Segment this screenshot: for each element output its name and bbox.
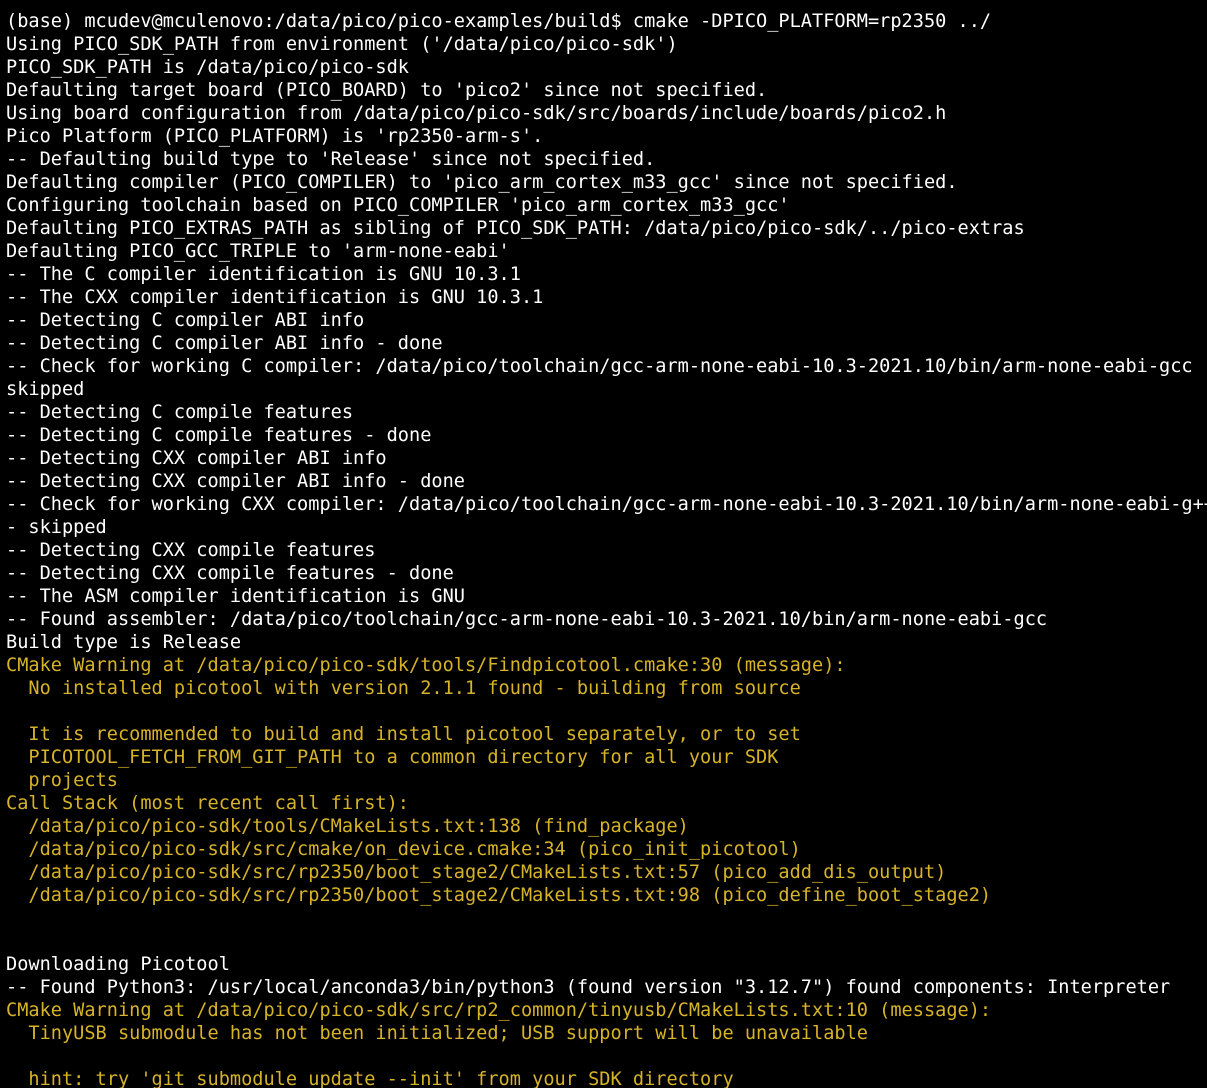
output-line: Defaulting PICO_GCC_TRIPLE to 'arm-none-… [6,241,510,262]
output-line: Defaulting compiler (PICO_COMPILER) to '… [6,172,958,193]
output-line: -- Detecting C compile features - done [6,425,432,446]
warning-line: /data/pico/pico-sdk/src/rp2350/boot_stag… [6,862,947,883]
terminal-output[interactable]: (base) mcudev@mculenovo:/data/pico/pico-… [0,0,1207,1088]
warning-line: /data/pico/pico-sdk/tools/CMakeLists.txt… [6,816,689,837]
warning-line: projects [6,770,118,791]
warning-line: /data/pico/pico-sdk/src/rp2350/boot_stag… [6,885,992,906]
warning-line: hint: try 'git submodule update --init' … [6,1069,734,1088]
output-line: Using PICO_SDK_PATH from environment ('/… [6,34,678,55]
warning-line: Call Stack (most recent call first): [6,793,409,814]
output-line: -- Detecting CXX compiler ABI info [6,448,387,469]
output-line: -- The ASM compiler identification is GN… [6,586,465,607]
output-line: -- Detecting CXX compiler ABI info - don… [6,471,465,492]
output-line: Configuring toolchain based on PICO_COMP… [6,195,790,216]
output-line: Downloading Picotool [6,954,230,975]
warning-line [6,700,1207,723]
output-line: Pico Platform (PICO_PLATFORM) is 'rp2350… [6,126,544,147]
output-line: Using board configuration from /data/pic… [6,103,947,124]
warning-line: /data/pico/pico-sdk/src/cmake/on_device.… [6,839,801,860]
output-line: -- Detecting C compile features [6,402,354,423]
output-line: skipped [6,379,85,400]
warning-line: TinyUSB submodule has not been initializ… [6,1023,868,1044]
output-line: -- Check for working CXX compiler: /data… [6,494,1207,515]
output-line: -- Check for working C compiler: /data/p… [6,356,1207,377]
warning-line: No installed picotool with version 2.1.1… [6,678,801,699]
warning-line: CMake Warning at /data/pico/pico-sdk/src… [6,1000,992,1021]
output-line: -- The CXX compiler identification is GN… [6,287,544,308]
output-line: Defaulting PICO_EXTRAS_PATH as sibling o… [6,218,1025,239]
output-line: -- Found Python3: /usr/local/anconda3/bi… [6,977,1171,998]
output-line: -- Detecting CXX compile features [6,540,376,561]
output-line: -- Detecting CXX compile features - done [6,563,454,584]
command-prompt-line: (base) mcudev@mculenovo:/data/pico/pico-… [6,11,992,32]
warning-line: It is recommended to build and install p… [6,724,801,745]
warning-line: PICOTOOL_FETCH_FROM_GIT_PATH to a common… [6,747,779,768]
output-line: -- Detecting C compiler ABI info - done [6,333,443,354]
output-line: Build type is Release [6,632,242,653]
warning-line [6,907,1207,930]
output-line: -- Found assembler: /data/pico/toolchain… [6,609,1048,630]
warning-line: CMake Warning at /data/pico/pico-sdk/too… [6,655,846,676]
output-line: Defaulting target board (PICO_BOARD) to … [6,80,768,101]
output-line: -- The C compiler identification is GNU … [6,264,521,285]
output-line: - skipped [6,517,107,538]
output-line: -- Detecting C compiler ABI info [6,310,365,331]
output-line: -- Defaulting build type to 'Release' si… [6,149,656,170]
warning-line [6,1045,1207,1068]
output-line: PICO_SDK_PATH is /data/pico/pico-sdk [6,57,409,78]
